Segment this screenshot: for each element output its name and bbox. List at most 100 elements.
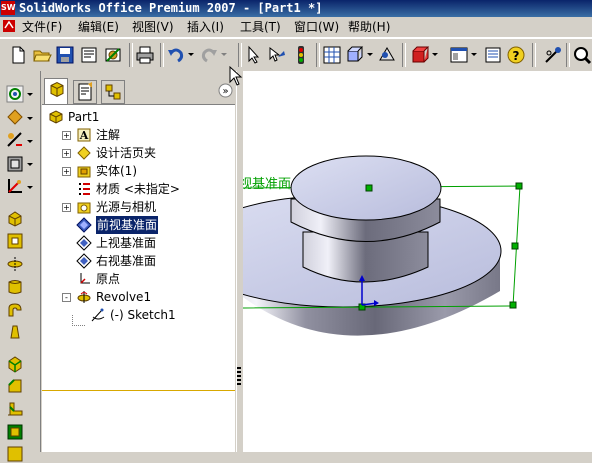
undo-icon[interactable]: [166, 45, 186, 65]
appearance-dropdown-icon[interactable]: [432, 53, 438, 56]
select-icon[interactable]: [244, 45, 264, 65]
fillet-icon[interactable]: [6, 355, 24, 373]
sketch-tool-icon[interactable]: [6, 85, 24, 103]
tree-node-label: Revolve1: [96, 290, 152, 304]
menu-window[interactable]: 窗口(W): [294, 19, 339, 35]
plane-icon: [76, 253, 92, 269]
smart-dimension-dropdown-icon[interactable]: [27, 117, 33, 120]
plane-icon: [76, 235, 92, 251]
menu-view[interactable]: 视图(V): [132, 19, 174, 35]
rebuild-icon[interactable]: [291, 45, 311, 65]
options-icon[interactable]: [103, 45, 123, 65]
solidworks-app-icon[interactable]: SW: [1, 1, 16, 15]
section-view-dropdown-icon[interactable]: [471, 53, 477, 56]
expand-icon[interactable]: +: [62, 149, 71, 158]
plane-handle[interactable]: [509, 301, 517, 309]
plane-handle[interactable]: [511, 242, 519, 250]
view-orientation-icon[interactable]: [345, 45, 365, 65]
lights-cameras-icon: [77, 202, 91, 214]
smart-dimension-icon[interactable]: [6, 108, 24, 126]
collapse-glyph: »: [222, 86, 228, 97]
draft-icon[interactable]: [6, 423, 24, 441]
feature-tree: Part1 + A 注解 + 设计活页夹 + 实体(1) 材质 <未指定> + 光源与相机 前视基准面…: [42, 104, 235, 392]
feature-tree-tab-icon[interactable]: [44, 78, 68, 104]
part-icon: [49, 110, 63, 124]
expand-icon[interactable]: +: [62, 131, 71, 140]
configuration-manager-tab-icon[interactable]: [101, 80, 125, 104]
sweep-icon[interactable]: [6, 301, 24, 319]
svg-text:A: A: [79, 129, 89, 142]
tree-node-label: 材质 <未指定>: [96, 182, 180, 196]
menu-tools[interactable]: 工具(T): [240, 19, 281, 35]
tree-node-label: 右视基准面: [96, 254, 157, 268]
redo-icon[interactable]: [199, 45, 219, 65]
expand-icon[interactable]: +: [62, 167, 71, 176]
sw-menu-logo-icon[interactable]: [2, 19, 16, 33]
expand-icon[interactable]: +: [62, 203, 71, 212]
print-preview-icon[interactable]: [79, 45, 99, 65]
solid-bodies-icon: [77, 166, 91, 178]
toolbar-separator: [532, 43, 536, 67]
plane-label: 视基准面: [243, 177, 291, 192]
property-manager-tab-icon[interactable]: [73, 80, 97, 104]
grid-icon[interactable]: [322, 45, 342, 65]
print-icon[interactable]: [135, 45, 155, 65]
properties-icon[interactable]: [483, 45, 503, 65]
select-other-icon[interactable]: [267, 45, 287, 65]
help-icon[interactable]: ?: [506, 45, 526, 65]
feature-manager-lower-pane: [42, 391, 235, 452]
menu-help[interactable]: 帮助(H): [348, 19, 390, 35]
redo-dropdown-icon[interactable]: [221, 53, 227, 56]
relations-dropdown-icon[interactable]: [27, 140, 33, 143]
section-view-icon[interactable]: [449, 45, 469, 65]
open-icon[interactable]: [32, 45, 52, 65]
toolbar-separator: [160, 43, 164, 67]
tree-node-label: Part1: [68, 110, 100, 124]
loft-icon[interactable]: [6, 278, 24, 296]
tree-node-label: (-) Sketch1: [110, 308, 176, 322]
menu-insert[interactable]: 插入(I): [187, 19, 224, 35]
tree-node-label: 前视基准面: [96, 216, 159, 234]
collapse-icon[interactable]: -: [62, 293, 71, 302]
rib-icon[interactable]: [6, 400, 24, 418]
extrude-cut-icon[interactable]: [6, 232, 24, 250]
tree-node-label: 实体(1): [96, 164, 137, 178]
view-orientation-dropdown-icon[interactable]: [367, 53, 373, 56]
zoom-icon[interactable]: [572, 45, 592, 65]
toolbar-separator: [238, 43, 242, 67]
planes-icon[interactable]: [6, 155, 24, 173]
tree-node-label: 上视基准面: [96, 236, 157, 250]
revolve-icon[interactable]: [6, 255, 24, 273]
plane-handle[interactable]: [515, 182, 523, 190]
relations-icon[interactable]: [6, 131, 24, 149]
material-icon: [79, 183, 90, 195]
toolbar-separator: [129, 43, 133, 67]
standard-toolbar: ?: [0, 38, 592, 72]
axis-dropdown-icon[interactable]: [27, 186, 33, 189]
tree-node-label: 光源与相机: [96, 200, 157, 214]
appearance-icon[interactable]: [410, 45, 430, 65]
annotations-icon: A: [77, 128, 91, 142]
undo-dropdown-icon[interactable]: [188, 53, 194, 56]
tree-node-label: 注解: [96, 128, 121, 142]
save-icon[interactable]: [55, 45, 75, 65]
sketch-icon[interactable]: [543, 45, 563, 65]
design-binder-icon: [77, 146, 91, 160]
menu-file[interactable]: 文件(F): [22, 19, 62, 35]
display-style-icon[interactable]: [377, 45, 397, 65]
revolve-feature-icon: [77, 291, 91, 303]
planes-dropdown-icon[interactable]: [27, 163, 33, 166]
feature-manager-tabs: »: [41, 78, 237, 104]
plane-handle[interactable]: [365, 184, 373, 192]
new-icon[interactable]: [8, 45, 28, 65]
toolbar-separator: [316, 43, 320, 67]
shell-icon[interactable]: [6, 323, 24, 341]
splitter-grip-icon[interactable]: [237, 367, 241, 385]
menu-edit[interactable]: 编辑(E): [78, 19, 119, 35]
extrude-boss-icon[interactable]: [6, 209, 24, 227]
mirror-icon[interactable]: [6, 445, 24, 463]
axis-icon[interactable]: [6, 177, 24, 195]
graphics-area[interactable]: 视基准面: [243, 71, 592, 452]
sketch-tool-dropdown-icon[interactable]: [27, 93, 33, 96]
chamfer-icon[interactable]: [6, 377, 24, 395]
